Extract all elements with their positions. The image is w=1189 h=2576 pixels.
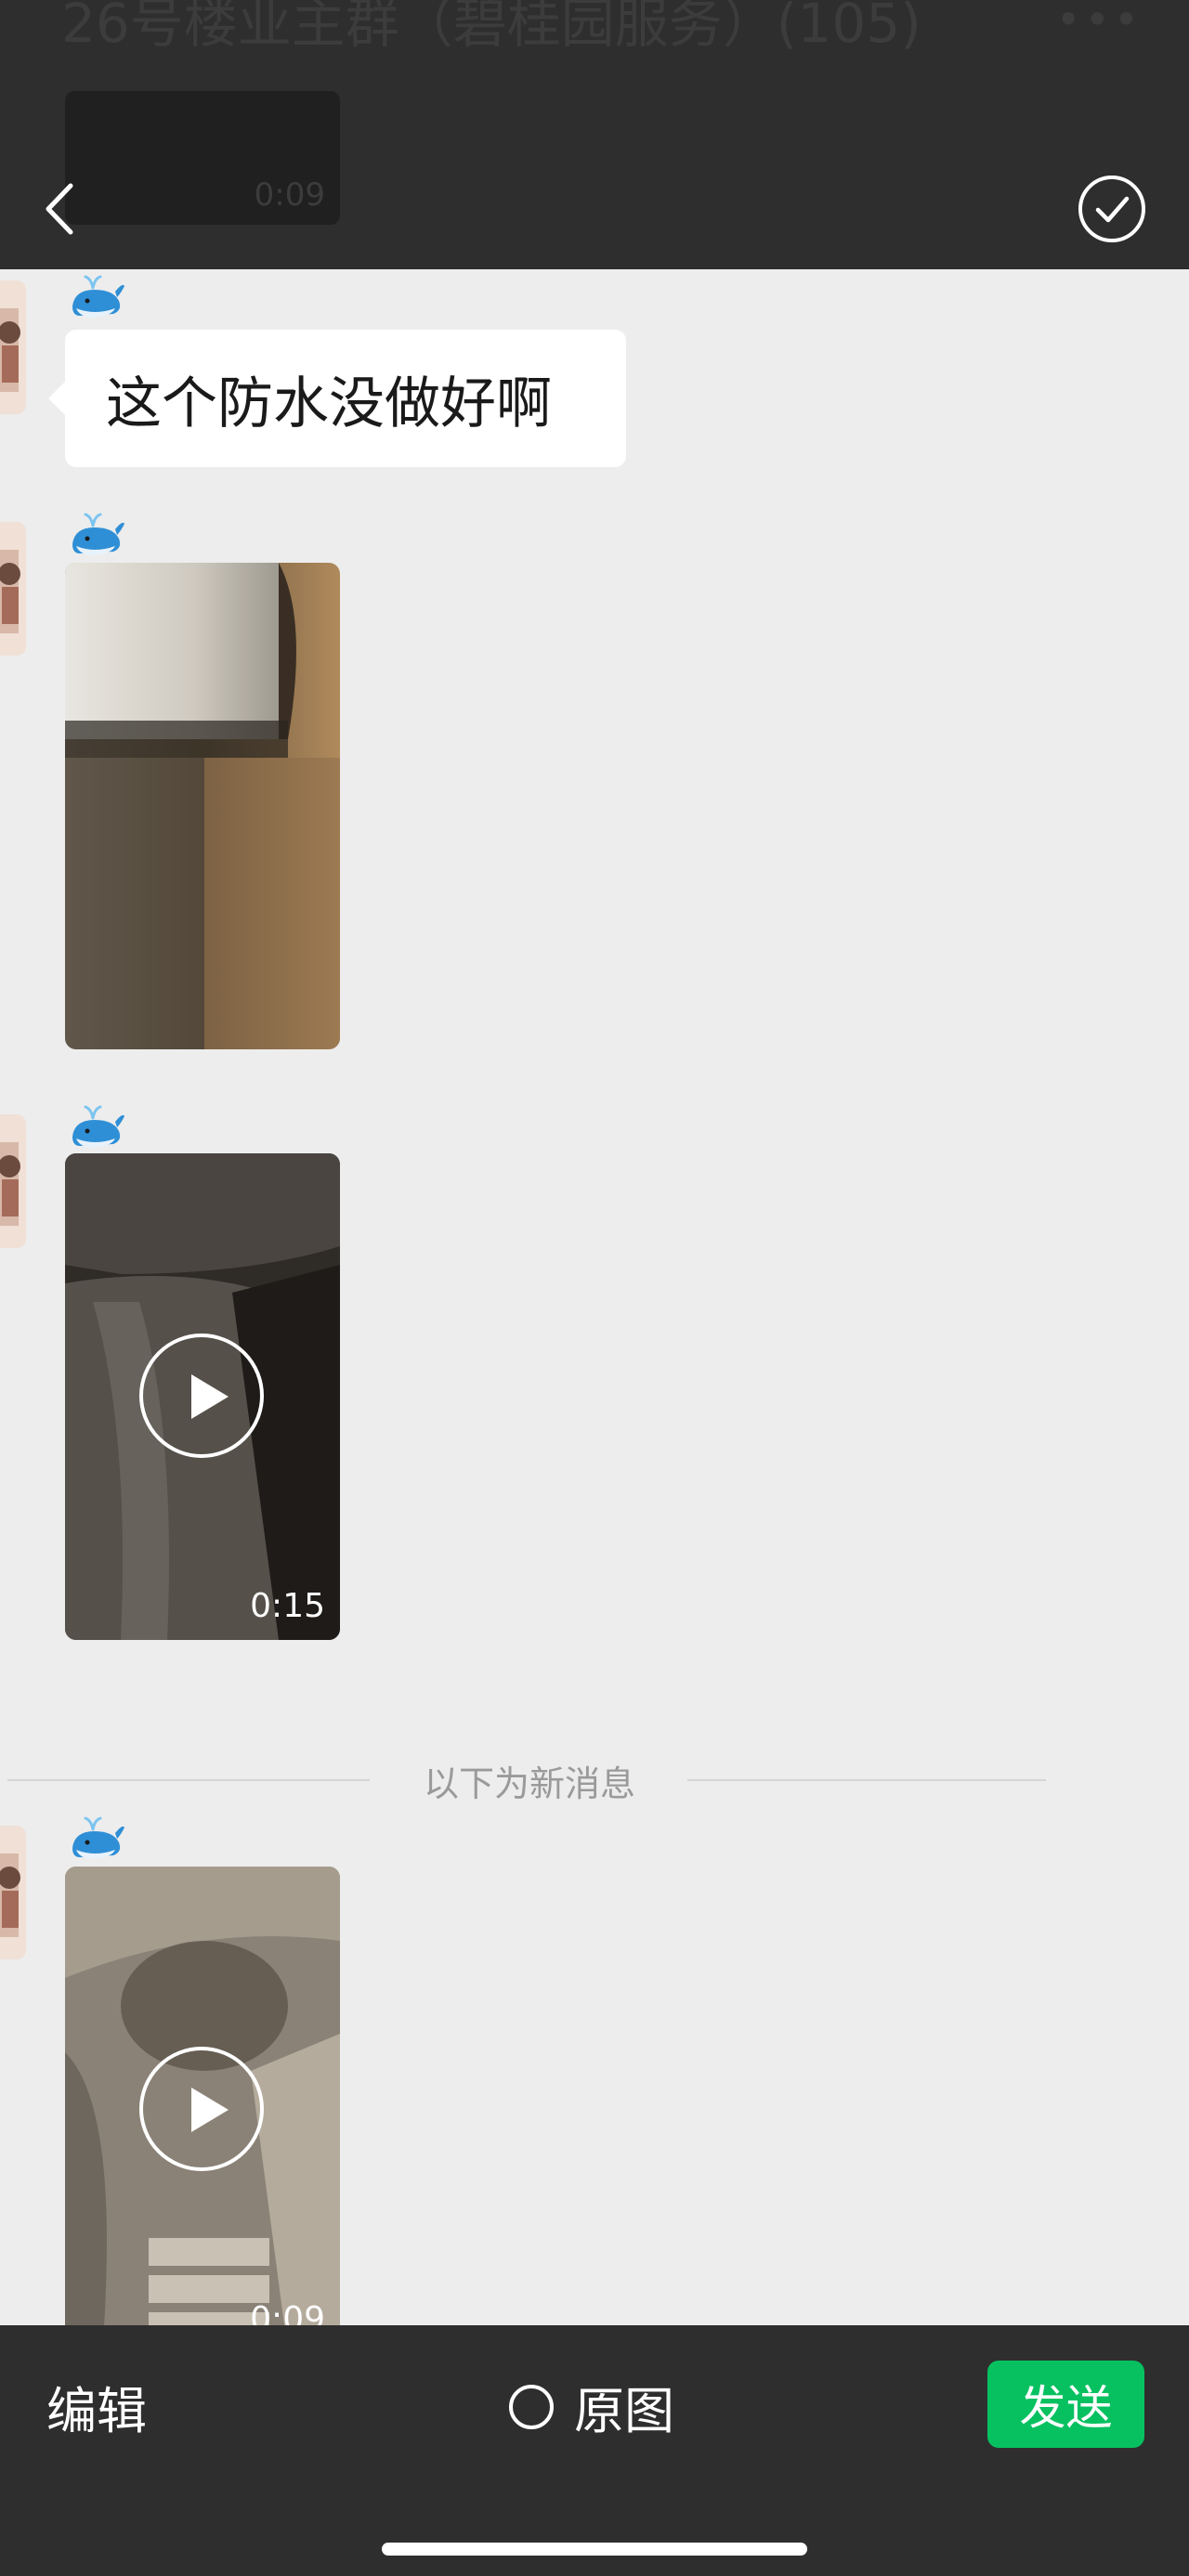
play-icon[interactable] — [139, 2047, 264, 2171]
divider-line-right — [687, 1779, 1046, 1781]
edit-button[interactable]: 编辑 — [46, 2370, 147, 2443]
play-icon[interactable] — [139, 1334, 264, 1458]
video-message[interactable]: 0:15 — [65, 1153, 340, 1640]
avatar[interactable] — [0, 280, 26, 414]
whale-emoji-icon — [72, 513, 124, 555]
back-button[interactable] — [37, 176, 84, 241]
send-button[interactable]: 发送 — [987, 2361, 1144, 2448]
message-row: 0:09 — [0, 1811, 1189, 2325]
ghost-video-duration: 0:09 — [254, 176, 325, 214]
more-icon: ••• — [1055, 0, 1143, 45]
chevron-left-icon — [46, 183, 73, 235]
message-row: 0:15 — [0, 1099, 1189, 1657]
chat-message-list[interactable]: 这个防水没做好啊 0:15 以下为新消息 0:09 — [0, 269, 1189, 2325]
avatar[interactable] — [0, 1826, 26, 1959]
message-row: 这个防水没做好啊 — [0, 269, 1189, 492]
avatar[interactable] — [0, 522, 26, 656]
video-duration: 0:09 — [250, 2300, 325, 2325]
text-message-bubble[interactable]: 这个防水没做好啊 — [48, 330, 626, 467]
top-bar: 26号楼业主群（碧桂园服务）(105) ••• 0:09 — [0, 0, 1189, 269]
confirm-button[interactable] — [1078, 175, 1146, 243]
message-text: 这个防水没做好啊 — [106, 371, 552, 436]
chat-title: 26号楼业主群（碧桂园服务）(105) — [61, 0, 921, 55]
check-circle-icon — [1078, 176, 1145, 242]
whale-emoji-icon — [72, 1105, 124, 1148]
message-row — [0, 507, 1189, 1064]
avatar[interactable] — [0, 1114, 26, 1248]
video-duration: 0:15 — [250, 1587, 325, 1625]
new-messages-divider: 以下为新消息 — [0, 1748, 1189, 1813]
ghost-video-thumbnail: 0:09 — [65, 91, 340, 225]
whale-emoji-icon — [72, 275, 124, 318]
bottom-toolbar: 编辑 原图 发送 — [0, 2325, 1189, 2576]
image-message[interactable] — [65, 563, 340, 1049]
whale-emoji-icon — [72, 1816, 124, 1859]
original-image-label: 原图 — [574, 2382, 674, 2440]
video-message[interactable]: 0:09 — [65, 1867, 340, 2325]
home-indicator[interactable] — [382, 2543, 807, 2556]
original-image-toggle[interactable]: 原图 — [509, 2370, 674, 2443]
radio-unchecked-icon[interactable] — [509, 2384, 554, 2429]
